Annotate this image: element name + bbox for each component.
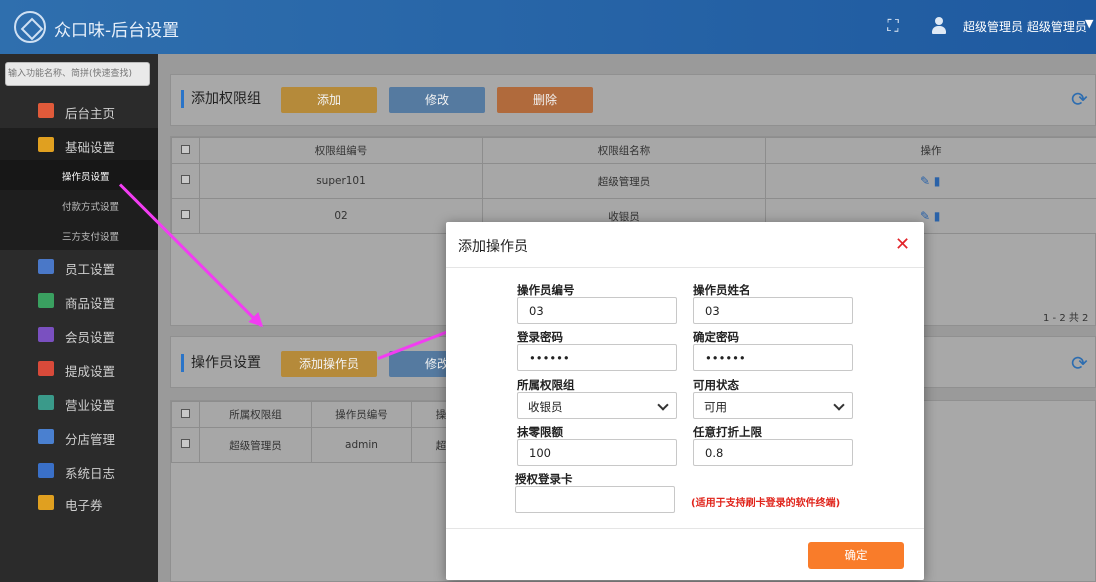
pager-info: 1 - 2 共 2 [1043, 313, 1089, 324]
trash-icon[interactable]: ▮ [931, 174, 943, 188]
sidebar-item-staff[interactable]: 员工设置 [0, 250, 158, 283]
discount-limit-label: 任意打折上限 [693, 425, 762, 439]
refresh-icon[interactable]: ⟳ [1071, 87, 1088, 111]
add-operator-button[interactable]: 添加操作员 [281, 351, 377, 377]
column-header: 操作 [765, 137, 1096, 164]
sidebar-subitem-operator[interactable]: 操作员设置 [0, 160, 158, 190]
status-label: 可用状态 [693, 378, 739, 392]
user-icon[interactable] [930, 17, 948, 35]
zero-limit-label: 抹零限额 [517, 425, 563, 439]
sidebar-item-member[interactable]: 会员设置 [0, 318, 158, 351]
group-panel-header: 添加权限组 添加 修改 删除 ⟳ [170, 74, 1096, 126]
fullscreen-icon[interactable]: ⛶ [884, 17, 902, 35]
edit-icon[interactable]: ✎ [919, 209, 931, 223]
column-header: 操作员编号 [311, 401, 412, 428]
sidebar-item-log[interactable]: 系统日志 [0, 454, 158, 487]
card-input[interactable] [515, 486, 675, 513]
delete-group-button[interactable]: 删除 [497, 87, 593, 113]
network-icon [38, 429, 54, 444]
function-search-input[interactable] [5, 62, 150, 86]
op-name-label: 操作员姓名 [693, 283, 751, 297]
ticket-icon [38, 495, 54, 510]
username-label[interactable]: 超级管理员 超级管理员 [963, 18, 1087, 35]
sidebar-item-business[interactable]: 营业设置 [0, 386, 158, 419]
refresh-icon[interactable]: ⟳ [1071, 351, 1088, 375]
password-label: 登录密码 [517, 330, 563, 344]
table-row[interactable]: super101 超级管理员 ✎ ▮ [171, 163, 1096, 199]
row-checkbox[interactable] [171, 427, 200, 463]
group-id-cell: 02 [199, 198, 483, 234]
crown-icon [38, 327, 54, 342]
column-header: 所属权限组 [199, 401, 312, 428]
dialog-divider [446, 528, 924, 529]
sidebar-subitem-thirdparty[interactable]: 三方支付设置 [0, 220, 158, 250]
add-operator-dialog: 添加操作员 ✕ 操作员编号 03 操作员姓名 03 登录密码 •••••• 确定… [446, 222, 924, 580]
op-no-label: 操作员编号 [517, 283, 575, 297]
select-all-checkbox[interactable] [171, 401, 200, 428]
store-icon [38, 395, 54, 410]
status-select[interactable]: 可用 [693, 392, 853, 419]
confirm-password-label: 确定密码 [693, 330, 739, 344]
operator-table: 所属权限组 操作员编号 操 超级管理员 admin 超 [171, 401, 471, 463]
column-header: 权限组编号 [199, 137, 483, 164]
home-icon [38, 103, 54, 118]
sidebar-item-basic-settings[interactable]: 基础设置 [0, 128, 158, 161]
row-checkbox[interactable] [171, 198, 200, 234]
sidebar-item-commission[interactable]: 提成设置 [0, 352, 158, 385]
group-select[interactable]: 收银员 [517, 392, 677, 419]
group-label: 所属权限组 [517, 378, 575, 392]
op-name-input[interactable]: 03 [693, 297, 853, 324]
op-no-input[interactable]: 03 [517, 297, 677, 324]
sidebar-subitem-payment[interactable]: 付款方式设置 [0, 190, 158, 220]
zero-limit-input[interactable]: 100 [517, 439, 677, 466]
row-actions: ✎ ▮ [765, 163, 1096, 199]
group-name-cell: 超级管理员 [482, 163, 766, 199]
sidebar: 后台主页 基础设置 操作员设置 付款方式设置 三方支付设置 员工设置 商品设置 … [0, 54, 158, 582]
dialog-title: 添加操作员 [458, 239, 528, 255]
sidebar-item-coupon[interactable]: 电子券 [0, 486, 158, 519]
discount-limit-input[interactable]: 0.8 [693, 439, 853, 466]
group-id-cell: super101 [199, 163, 483, 199]
card-note: (适用于支持刷卡登录的软件终端) [691, 498, 841, 509]
close-icon[interactable]: ✕ [895, 234, 910, 255]
basket-icon [38, 293, 54, 308]
dialog-header: 添加操作员 ✕ [446, 222, 924, 268]
table-row[interactable]: 超级管理员 admin 超 [171, 427, 471, 463]
operator-group-cell: 超级管理员 [199, 427, 312, 463]
row-checkbox[interactable] [171, 163, 200, 199]
password-input[interactable]: •••••• [517, 344, 677, 371]
chart-icon [38, 361, 54, 376]
group-table: 权限组编号 权限组名称 操作 super101 超级管理员 ✎ ▮ 02 收银员 … [171, 137, 1096, 234]
sidebar-item-goods[interactable]: 商品设置 [0, 284, 158, 317]
top-bar: 众口味-后台设置 ⛶ 超级管理员 超级管理员 ▼ [0, 0, 1096, 54]
logo-icon [14, 11, 46, 43]
column-header: 权限组名称 [482, 137, 766, 164]
confirm-password-input[interactable]: •••••• [693, 344, 853, 371]
select-all-checkbox[interactable] [171, 137, 200, 164]
operator-id-cell: admin [311, 427, 412, 463]
app-title: 众口味-后台设置 [54, 21, 180, 41]
add-group-button[interactable]: 添加 [281, 87, 377, 113]
puzzle-icon [38, 137, 54, 152]
chevron-down-icon[interactable]: ▼ [1085, 17, 1093, 30]
card-label: 授权登录卡 [515, 472, 573, 486]
group-panel-title: 添加权限组 [181, 90, 261, 108]
edit-icon[interactable]: ✎ [919, 174, 931, 188]
confirm-button[interactable]: 确定 [808, 542, 904, 569]
edit-group-button[interactable]: 修改 [389, 87, 485, 113]
sidebar-item-home[interactable]: 后台主页 [0, 94, 158, 127]
list-icon [38, 463, 54, 478]
operator-panel-title: 操作员设置 [181, 354, 261, 372]
sidebar-item-branch[interactable]: 分店管理 [0, 420, 158, 453]
trash-icon[interactable]: ▮ [931, 209, 943, 223]
staff-icon [38, 259, 54, 274]
